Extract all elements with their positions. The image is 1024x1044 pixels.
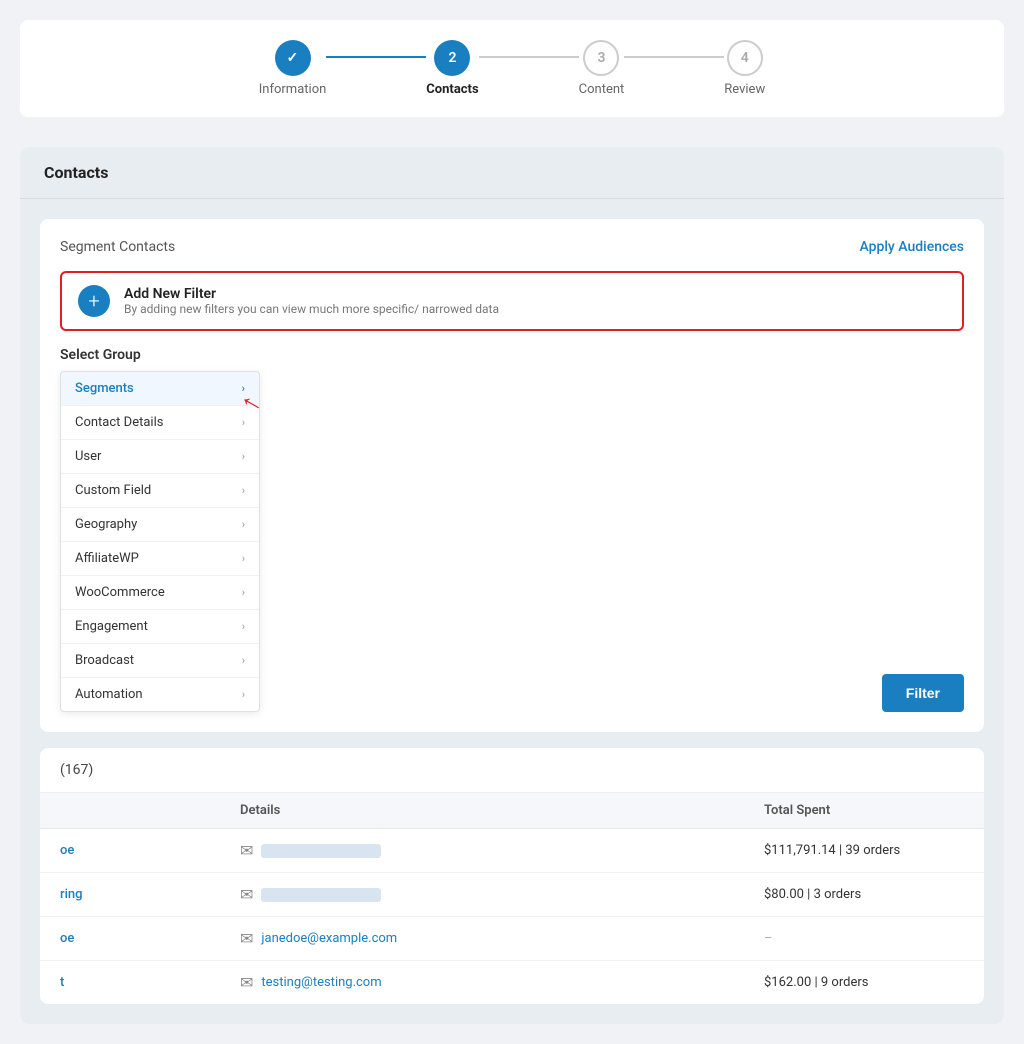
email-icon-4: ✉ [240,973,253,992]
select-group-row: Select Group ← Segments › Contact Detail… [60,347,964,712]
table-count: (167) [60,762,93,778]
table-title-row: (167) [40,748,984,793]
panel-title: Contacts [44,163,108,182]
total-spent-2: $80.00 | 3 orders [764,887,964,902]
add-filter-title: Add New Filter [124,286,499,302]
step-label-contacts: Contacts [426,82,478,97]
dropdown-label-segments: Segments [75,381,134,396]
table-row: ring ✉ $80.00 | 3 orders [40,873,984,917]
dropdown-label-broadcast: Broadcast [75,653,134,668]
col-details: Details [240,803,764,818]
chevron-icon-woocommerce: › [242,586,245,599]
dropdown-label-contact-details: Contact Details [75,415,163,430]
chevron-icon-engagement: › [242,620,245,633]
contact-name-3[interactable]: oe [60,931,240,946]
dropdown-item-contact-details[interactable]: Contact Details › [61,406,259,440]
table-header: Details Total Spent [40,793,984,829]
contacts-table-card: (167) Details Total Spent oe ✉ $111,791.… [40,748,984,1004]
details-cell-1: ✉ [240,841,764,860]
table-row: t ✉ testing@testing.com $162.00 | 9 orde… [40,961,984,1004]
dropdown-label-affiliatewp: AffiliateWP [75,551,139,566]
step-label-information: Information [259,82,327,97]
total-spent-3: – [764,931,964,946]
email-blurred-1 [261,844,381,858]
dropdown-item-engagement[interactable]: Engagement › [61,610,259,644]
connector-2 [479,56,579,58]
contact-name-1[interactable]: oe [60,843,240,858]
dropdown-item-affiliatewp[interactable]: AffiliateWP › [61,542,259,576]
step-review[interactable]: 4 Review [724,40,765,97]
add-filter-text: Add New Filter By adding new filters you… [124,286,499,316]
select-group-left: Select Group ← Segments › Contact Detail… [60,347,866,712]
segment-title: Segment Contacts [60,239,175,255]
step-label-content: Content [579,82,625,97]
dropdown-label-user: User [75,449,101,464]
group-dropdown[interactable]: Segments › Contact Details › User › Cu [60,371,260,712]
table-row: oe ✉ $111,791.14 | 39 orders [40,829,984,873]
email-icon-1: ✉ [240,841,253,860]
dropdown-label-engagement: Engagement [75,619,148,634]
select-group-label: Select Group [60,347,866,363]
email-text-3[interactable]: janedoe@example.com [261,931,397,946]
chevron-icon-segments: › [242,382,245,395]
chevron-icon-contact-details: › [242,416,245,429]
table-row: oe ✉ janedoe@example.com – [40,917,984,961]
connector-3 [624,56,724,58]
segment-header: Segment Contacts Apply Audiences [60,239,964,255]
contact-name-4[interactable]: t [60,975,240,990]
details-cell-3: ✉ janedoe@example.com [240,929,764,948]
connector-1 [326,56,426,58]
contact-name-2[interactable]: ring [60,887,240,902]
step-contacts[interactable]: 2 Contacts [426,40,478,97]
panel-body: Segment Contacts Apply Audiences + Add N… [20,199,1004,1024]
main-panel: Contacts Segment Contacts Apply Audience… [20,147,1004,1024]
total-spent-4: $162.00 | 9 orders [764,975,964,990]
email-icon-2: ✉ [240,885,253,904]
panel-header: Contacts [20,147,1004,199]
email-text-4[interactable]: testing@testing.com [261,975,381,990]
details-cell-4: ✉ testing@testing.com [240,973,764,992]
email-icon-3: ✉ [240,929,253,948]
dropdown-label-automation: Automation [75,687,143,702]
step-content[interactable]: 3 Content [579,40,625,97]
dropdown-item-custom-field[interactable]: Custom Field › [61,474,259,508]
step-circle-contacts: 2 [434,40,470,76]
segment-contacts-card: Segment Contacts Apply Audiences + Add N… [40,219,984,732]
email-blurred-2 [261,888,381,902]
dropdown-item-geography[interactable]: Geography › [61,508,259,542]
plus-icon: + [78,285,110,317]
add-filter-subtitle: By adding new filters you can view much … [124,302,499,316]
chevron-icon-geography: › [242,518,245,531]
chevron-icon-user: › [242,450,245,463]
filter-button[interactable]: Filter [882,674,964,712]
dropdown-label-woocommerce: WooCommerce [75,585,165,600]
add-filter-box[interactable]: + Add New Filter By adding new filters y… [60,271,964,331]
dropdown-label-custom-field: Custom Field [75,483,151,498]
chevron-icon-broadcast: › [242,654,245,667]
dropdown-item-broadcast[interactable]: Broadcast › [61,644,259,678]
total-spent-1: $111,791.14 | 39 orders [764,843,964,858]
dropdown-item-segments[interactable]: Segments › [61,372,259,406]
dropdown-label-geography: Geography [75,517,137,532]
step-circle-review: 4 [727,40,763,76]
step-circle-content: 3 [583,40,619,76]
stepper: ✓ Information 2 Contacts 3 Content 4 Rev… [20,20,1004,117]
apply-audiences-link[interactable]: Apply Audiences [859,239,964,255]
dropdown-item-user[interactable]: User › [61,440,259,474]
chevron-icon-automation: › [242,688,245,701]
step-label-review: Review [724,82,765,97]
dropdown-item-woocommerce[interactable]: WooCommerce › [61,576,259,610]
col-name [60,803,240,818]
col-total-spent: Total Spent [764,803,964,818]
chevron-icon-affiliatewp: › [242,552,245,565]
step-information[interactable]: ✓ Information [259,40,327,97]
step-circle-information: ✓ [275,40,311,76]
dropdown-item-automation[interactable]: Automation › [61,678,259,711]
details-cell-2: ✉ [240,885,764,904]
chevron-icon-custom-field: › [242,484,245,497]
